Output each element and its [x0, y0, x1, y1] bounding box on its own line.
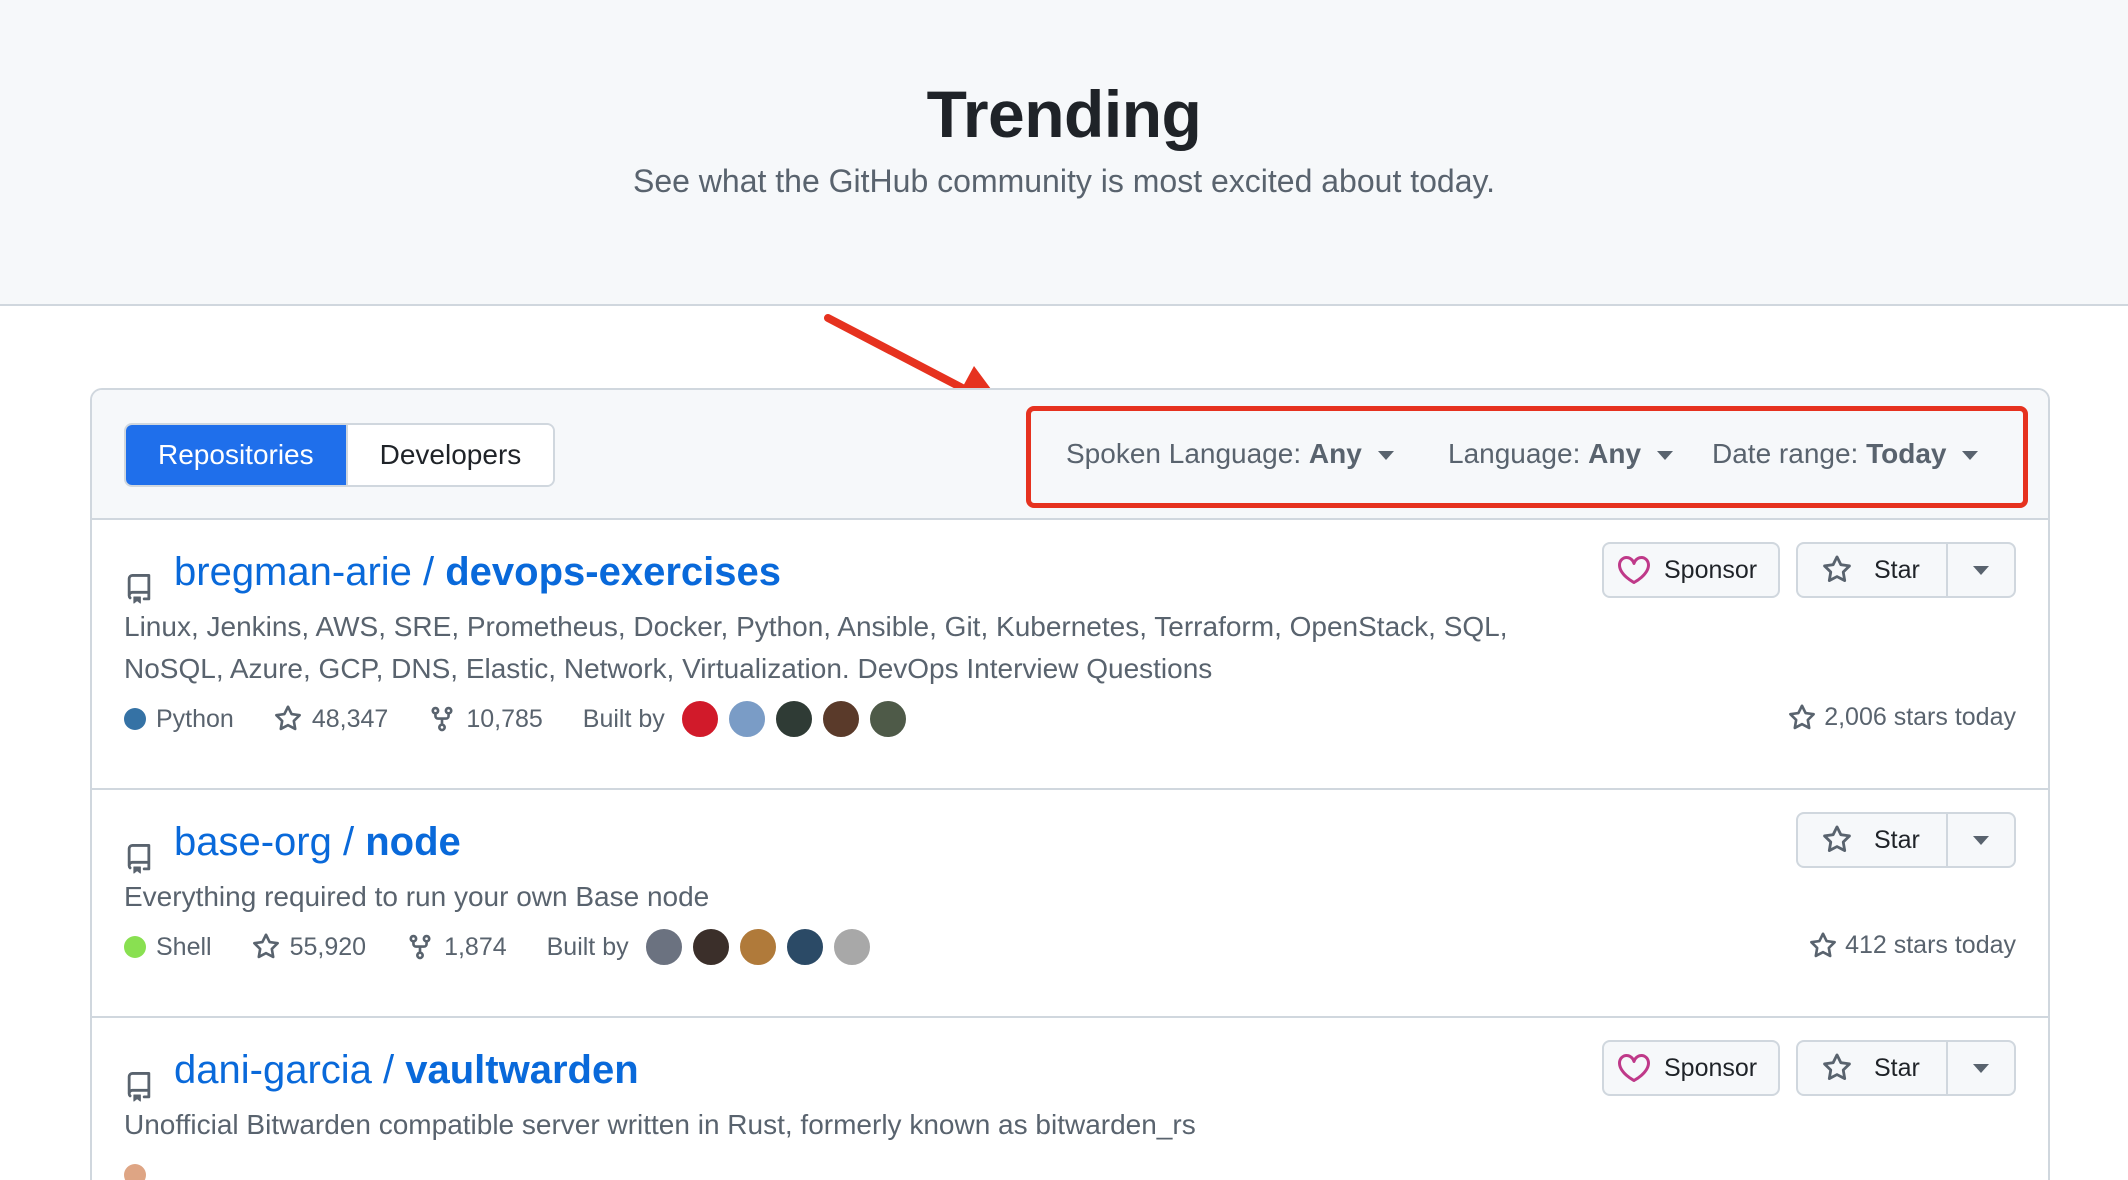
star-icon — [1823, 555, 1851, 583]
avatar[interactable] — [737, 927, 778, 967]
stars-today: 2,006 stars today — [1788, 703, 2016, 732]
avatar[interactable] — [726, 699, 767, 739]
star-count: 55,920 — [289, 932, 367, 961]
star-count: 48,347 — [311, 704, 389, 733]
avatar[interactable] — [643, 927, 684, 967]
repo-language — [124, 1164, 156, 1180]
repo-icon — [127, 574, 151, 604]
star-button-group: Star — [1796, 812, 2016, 868]
star-list-dropdown[interactable] — [1948, 814, 2014, 866]
stars-today-text: 412 stars today — [1845, 931, 2016, 959]
avatar[interactable] — [690, 927, 731, 967]
annotation-highlight-box — [1026, 406, 2028, 508]
avatar[interactable] — [679, 699, 720, 739]
repo-owner: bregman-arie / — [174, 550, 435, 594]
heart-icon — [1618, 556, 1650, 585]
repo-name: vaultwarden — [405, 1048, 639, 1092]
language-color-dot — [124, 708, 146, 730]
star-icon — [252, 933, 279, 959]
star-button[interactable]: Star — [1798, 1042, 1948, 1094]
page-subtitle: See what the GitHub community is most ex… — [632, 163, 1496, 199]
repo-description: Unofficial Bitwarden compatible server w… — [124, 1109, 1196, 1140]
star-label: Star — [1874, 1053, 1920, 1082]
language-name: Python — [156, 704, 234, 733]
sponsor-label: Sponsor — [1664, 555, 1758, 584]
view-switcher: Repositories Developers — [124, 423, 556, 487]
repo-meta: Shell 55,920 1,874 Built by — [124, 925, 872, 969]
page-title: Trending — [926, 77, 1202, 151]
star-label: Star — [1874, 825, 1920, 854]
star-button-group: Star — [1796, 1040, 2016, 1096]
fork-icon — [431, 706, 453, 732]
repo-icon — [127, 1072, 151, 1102]
avatar[interactable] — [867, 699, 908, 739]
sponsor-button[interactable]: Sponsor — [1602, 1040, 1780, 1096]
repo-forks[interactable]: 10,785 — [428, 704, 543, 734]
trending-header: Trending See what the GitHub community i… — [0, 0, 2128, 306]
star-button[interactable]: Star — [1798, 814, 1948, 866]
repo-link[interactable]: dani-garcia / vaultwarden — [174, 1048, 639, 1093]
language-color-dot — [124, 936, 146, 958]
repo-description: Everything required to run your own Base… — [124, 881, 710, 912]
repo-icon — [127, 844, 151, 874]
repo-name: devops-exercises — [445, 550, 782, 594]
repo-language: Python — [124, 705, 234, 734]
repo-row: base-org / node Everything required to r… — [92, 790, 2048, 1018]
chevron-down-icon — [1973, 565, 1989, 575]
repo-link[interactable]: bregman-arie / devops-exercises — [174, 550, 781, 595]
chevron-down-icon — [1973, 1063, 1989, 1073]
repo-name: node — [365, 820, 461, 864]
star-icon — [1823, 1053, 1851, 1081]
repo-meta — [124, 1153, 196, 1180]
avatar[interactable] — [831, 927, 872, 967]
repo-description: Linux, Jenkins, AWS, SRE, Prometheus, Do… — [124, 611, 1508, 684]
language-name: Shell — [156, 932, 212, 961]
star-button[interactable]: Star — [1798, 544, 1948, 596]
repo-language: Shell — [124, 933, 212, 962]
avatar[interactable] — [784, 927, 825, 967]
fork-count: 1,874 — [444, 932, 507, 961]
built-by: Built by — [547, 927, 872, 967]
star-icon — [274, 705, 301, 731]
built-by-label: Built by — [546, 932, 629, 961]
star-list-dropdown[interactable] — [1948, 1042, 2014, 1094]
star-icon — [1789, 703, 1816, 729]
star-label: Star — [1874, 555, 1920, 584]
sponsor-button[interactable]: Sponsor — [1602, 542, 1780, 598]
repo-link[interactable]: base-org / node — [174, 820, 461, 865]
fork-count: 10,785 — [466, 704, 543, 733]
built-by: Built by — [583, 699, 908, 739]
stars-today-text: 2,006 stars today — [1824, 703, 2016, 731]
star-icon — [1823, 825, 1851, 853]
tab-repositories[interactable]: Repositories — [126, 425, 346, 485]
avatar[interactable] — [820, 699, 861, 739]
repo-meta: Python 48,347 10,785 Built by — [124, 697, 908, 741]
fork-icon — [409, 934, 431, 960]
repo-row: dani-garcia / vaultwarden Unofficial Bit… — [92, 1018, 2048, 1180]
built-by-label: Built by — [582, 704, 665, 733]
repo-stars[interactable]: 55,920 — [252, 933, 366, 962]
tab-developers[interactable]: Developers — [345, 425, 554, 485]
repo-row: bregman-arie / devops-exercises Linux, J… — [92, 520, 2048, 790]
star-list-dropdown[interactable] — [1948, 544, 2014, 596]
repo-owner: dani-garcia / — [174, 1048, 395, 1092]
repo-forks[interactable]: 1,874 — [406, 933, 507, 962]
chevron-down-icon — [1973, 835, 1989, 845]
stars-today: 412 stars today — [1809, 931, 2016, 960]
avatar[interactable] — [773, 699, 814, 739]
sponsor-label: Sponsor — [1664, 1053, 1758, 1082]
star-button-group: Star — [1796, 542, 2016, 598]
repo-owner: base-org / — [174, 820, 355, 864]
star-icon — [1810, 931, 1837, 957]
language-color-dot — [124, 1164, 146, 1180]
heart-icon — [1618, 1054, 1650, 1083]
repo-stars[interactable]: 48,347 — [274, 705, 388, 734]
